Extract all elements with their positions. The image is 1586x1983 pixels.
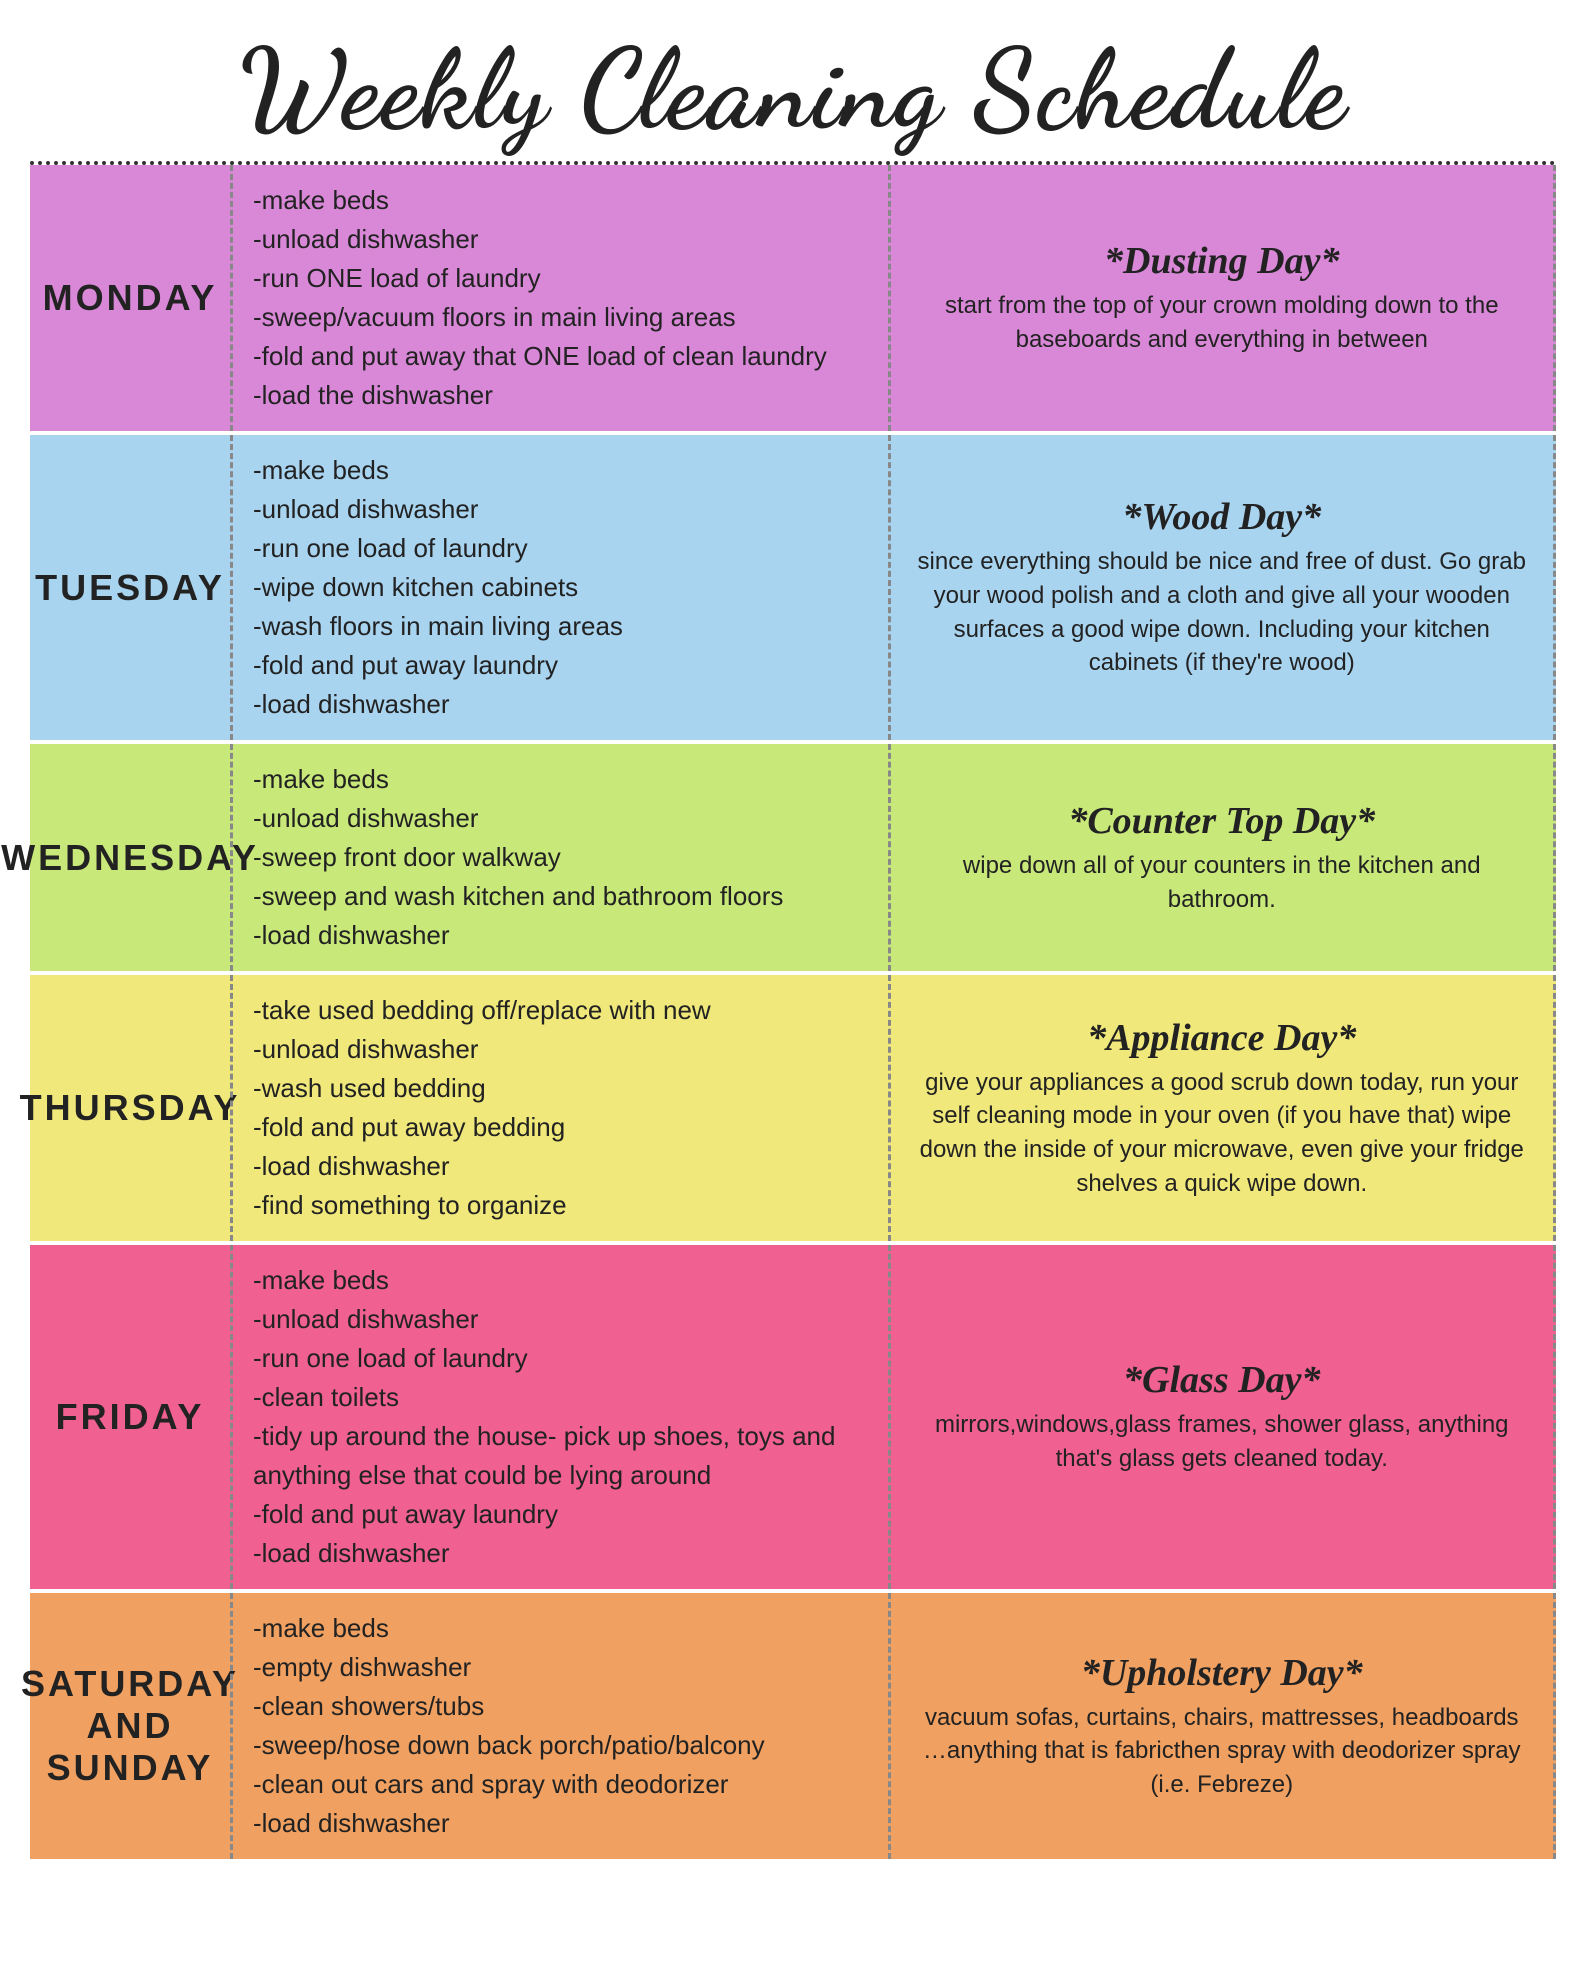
day-label-monday: MONDAY <box>30 165 230 431</box>
special-title-friday: *Glass Day* <box>1123 1358 1320 1402</box>
special-desc-monday: start from the top of your crown molding… <box>915 289 1530 356</box>
special-col-monday: *Dusting Day* start from the top of your … <box>888 165 1557 431</box>
task-item: -load dishwasher <box>253 1147 868 1186</box>
task-item: -clean out cars and spray with deodorize… <box>253 1765 868 1804</box>
task-item: -unload dishwasher <box>253 490 868 529</box>
special-col-tuesday: *Wood Day* since everything should be nic… <box>888 435 1557 740</box>
day-label-wednesday: WEDNESDAY <box>30 744 230 971</box>
day-row-tuesday: TUESDAY-make beds-unload dishwasher-run … <box>30 435 1556 744</box>
special-desc-wednesday: wipe down all of your counters in the ki… <box>915 849 1530 916</box>
task-item: -find something to organize <box>253 1186 868 1225</box>
day-row-friday: FRIDAY-make beds-unload dishwasher-run o… <box>30 1245 1556 1593</box>
special-col-wednesday: *Counter Top Day* wipe down all of your c… <box>888 744 1557 971</box>
task-item: -load dishwasher <box>253 916 868 955</box>
task-item: -fold and put away laundry <box>253 1495 868 1534</box>
day-label-friday: FRIDAY <box>30 1245 230 1589</box>
tasks-col-wednesday: -make beds-unload dishwasher-sweep front… <box>230 744 888 971</box>
task-item: -run one load of laundry <box>253 529 868 568</box>
task-item: -unload dishwasher <box>253 1300 868 1339</box>
day-label-tuesday: TUESDAY <box>30 435 230 740</box>
task-item: -sweep/hose down back porch/patio/balcon… <box>253 1726 868 1765</box>
special-col-saturday: *Upholstery Day* vacuum sofas, curtains, … <box>888 1593 1557 1859</box>
day-row-wednesday: WEDNESDAY-make beds-unload dishwasher-sw… <box>30 744 1556 975</box>
special-col-thursday: *Appliance Day* give your appliances a go… <box>888 975 1557 1241</box>
task-item: -fold and put away bedding <box>253 1108 868 1147</box>
special-title-tuesday: *Wood Day* <box>1122 495 1321 539</box>
task-item: -unload dishwasher <box>253 799 868 838</box>
task-item: -take used bedding off/replace with new <box>253 991 868 1030</box>
tasks-col-saturday: -make beds-empty dishwasher-clean shower… <box>230 1593 888 1859</box>
task-item: -make beds <box>253 1261 868 1300</box>
tasks-col-monday: -make beds-unload dishwasher-run ONE loa… <box>230 165 888 431</box>
task-item: -make beds <box>253 1609 868 1648</box>
day-label-saturday: SATURDAYANDSUNDAY <box>30 1593 230 1859</box>
task-item: -sweep/vacuum floors in main living area… <box>253 298 868 337</box>
task-item: -wash floors in main living areas <box>253 607 868 646</box>
task-item: -fold and put away laundry <box>253 646 868 685</box>
task-item: -sweep and wash kitchen and bathroom flo… <box>253 877 868 916</box>
task-item: -wash used bedding <box>253 1069 868 1108</box>
task-item: -clean toilets <box>253 1378 868 1417</box>
special-desc-saturday: vacuum sofas, curtains, chairs, mattress… <box>915 1701 1530 1802</box>
schedule: MONDAY-make beds-unload dishwasher-run O… <box>30 165 1556 1863</box>
task-item: -clean showers/tubs <box>253 1687 868 1726</box>
day-label-thursday: THURSDAY <box>30 975 230 1241</box>
page: Weekly Cleaning Schedule MONDAY-make bed… <box>0 0 1586 1903</box>
task-item: -empty dishwasher <box>253 1648 868 1687</box>
task-item: -load dishwasher <box>253 685 868 724</box>
tasks-col-friday: -make beds-unload dishwasher-run one loa… <box>230 1245 888 1589</box>
task-item: -load dishwasher <box>253 1534 868 1573</box>
page-title: Weekly Cleaning Schedule <box>30 20 1556 151</box>
task-item: -make beds <box>253 451 868 490</box>
special-desc-thursday: give your appliances a good scrub down t… <box>915 1066 1530 1200</box>
day-row-thursday: THURSDAY-take used bedding off/replace w… <box>30 975 1556 1245</box>
task-item: -run ONE load of laundry <box>253 259 868 298</box>
special-desc-friday: mirrors,windows,glass frames, shower gla… <box>915 1408 1530 1475</box>
task-item: -unload dishwasher <box>253 220 868 259</box>
task-item: -tidy up around the house- pick up shoes… <box>253 1417 868 1495</box>
special-title-wednesday: *Counter Top Day* <box>1068 799 1375 843</box>
special-title-thursday: *Appliance Day* <box>1087 1016 1356 1060</box>
task-item: -make beds <box>253 181 868 220</box>
special-col-friday: *Glass Day* mirrors,windows,glass frames,… <box>888 1245 1557 1589</box>
task-item: -unload dishwasher <box>253 1030 868 1069</box>
special-title-monday: *Dusting Day* <box>1104 239 1339 283</box>
tasks-col-tuesday: -make beds-unload dishwasher-run one loa… <box>230 435 888 740</box>
special-desc-tuesday: since everything should be nice and free… <box>915 545 1530 679</box>
task-item: -wipe down kitchen cabinets <box>253 568 868 607</box>
day-row-monday: MONDAY-make beds-unload dishwasher-run O… <box>30 165 1556 435</box>
tasks-col-thursday: -take used bedding off/replace with new-… <box>230 975 888 1241</box>
task-item: -fold and put away that ONE load of clea… <box>253 337 868 376</box>
day-row-saturday: SATURDAYANDSUNDAY-make beds-empty dishwa… <box>30 1593 1556 1863</box>
task-item: -sweep front door walkway <box>253 838 868 877</box>
special-title-saturday: *Upholstery Day* <box>1081 1651 1363 1695</box>
task-item: -load the dishwasher <box>253 376 868 415</box>
task-item: -load dishwasher <box>253 1804 868 1843</box>
task-item: -make beds <box>253 760 868 799</box>
task-item: -run one load of laundry <box>253 1339 868 1378</box>
